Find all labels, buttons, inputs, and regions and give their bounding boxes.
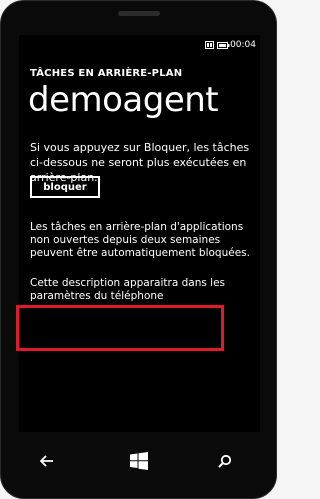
app-title: TÂCHES EN ARRIÈRE-PLAN: [30, 68, 183, 79]
auto-block-note: Les tâches en arrière-plan d'application…: [30, 221, 250, 259]
highlight-box: [16, 305, 224, 351]
settings-description: Cette description apparaitra dans les pa…: [30, 277, 226, 302]
speaker-grille: [118, 11, 160, 16]
phone-frame: 00:04 TÂCHES EN ARRIÈRE-PLAN demoagent S…: [0, 0, 277, 499]
search-button[interactable]: [210, 446, 240, 476]
battery-icon: [217, 41, 230, 49]
back-icon: [40, 455, 53, 467]
status-bar: 00:04: [19, 35, 260, 55]
sim-icon: [205, 41, 214, 49]
search-icon: [218, 454, 232, 468]
start-button[interactable]: [124, 446, 154, 476]
status-time: 00:04: [230, 40, 256, 50]
block-button[interactable]: bloquer: [30, 176, 100, 198]
status-icons: [205, 41, 230, 49]
back-button[interactable]: [32, 446, 62, 476]
navigation-bar: [1, 446, 276, 476]
phone-screen: 00:04 TÂCHES EN ARRIÈRE-PLAN demoagent S…: [19, 35, 260, 432]
page-title: demoagent: [28, 80, 219, 120]
windows-start-icon: [130, 452, 148, 470]
